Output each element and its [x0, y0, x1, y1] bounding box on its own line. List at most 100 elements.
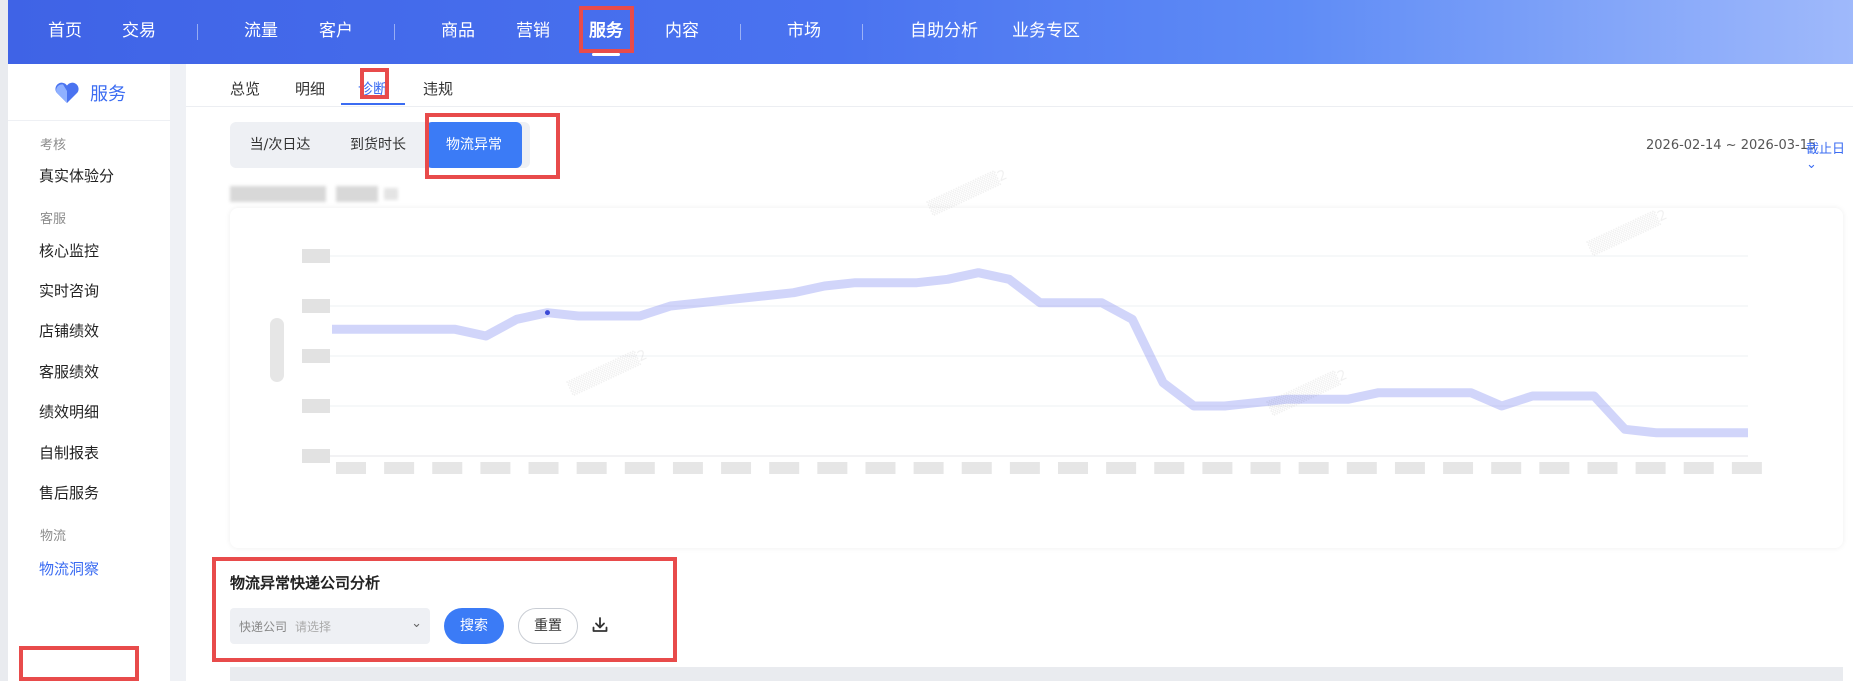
blurred-x-tick	[769, 462, 800, 474]
nav-traffic[interactable]: 流量	[244, 0, 278, 64]
section-title: 物流异常快递公司分析	[230, 574, 381, 592]
download-icon[interactable]	[590, 615, 610, 635]
blurred-x-tick	[1154, 462, 1185, 474]
blurred-metric-title	[384, 188, 398, 200]
sidebar-group-title: 考核	[40, 138, 67, 153]
tab-violation[interactable]: 违规	[423, 78, 453, 99]
nav-self-analysis[interactable]: 自助分析	[910, 0, 978, 64]
sidebar-gap	[170, 64, 186, 681]
sidebar-item-realtime-consult[interactable]: 实时咨询	[39, 280, 99, 301]
blurred-x-tick	[528, 462, 559, 474]
blurred-x-tick	[1058, 462, 1088, 474]
sidebar-item-real-experience[interactable]: 真实体验分	[39, 165, 114, 186]
blurred-x-tick	[1731, 462, 1762, 474]
nav-market[interactable]: 市场	[787, 0, 821, 64]
sidebar-group-title: 物流	[40, 529, 67, 544]
blurred-x-tick	[1539, 462, 1570, 474]
tab-overview[interactable]: 总览	[230, 78, 260, 99]
chevron-down-icon: ⌄	[1806, 157, 1817, 172]
service-heart-icon	[55, 82, 79, 103]
sidebar-logo: 服务	[54, 80, 126, 106]
nav-service[interactable]: 服务	[589, 0, 623, 64]
blurred-x-tick	[480, 462, 511, 474]
blurred-x-tick	[1202, 462, 1233, 474]
nav-business-zone[interactable]: 业务专区	[1012, 0, 1080, 64]
courier-select-placeholder: 请选择	[295, 620, 332, 634]
segment-same-next-day[interactable]: 当/次日达	[230, 122, 330, 168]
nav-service-label: 服务	[589, 21, 623, 41]
blurred-x-tick	[961, 462, 992, 474]
blurred-x-tick	[1346, 462, 1377, 474]
tab-active-underline	[341, 103, 405, 105]
blurred-x-tick	[672, 462, 703, 474]
nav-content[interactable]: 内容	[665, 0, 699, 64]
date-mode-dropdown[interactable]: 截止日⌄	[1806, 138, 1853, 172]
blurred-x-tick	[1443, 462, 1474, 474]
line-chart	[270, 249, 1762, 474]
blurred-y-tick	[302, 399, 330, 413]
blurred-x-tick	[721, 462, 752, 474]
blurred-x-tick	[624, 462, 655, 474]
blurred-x-tick	[913, 462, 944, 474]
main-content: 总览 明细 诊断 违规 当/次日达 到货时长 物流异常 2026-02-14 ~…	[186, 64, 1853, 681]
date-mode-label: 截止日	[1806, 142, 1846, 157]
sidebar-group-title: 客服	[40, 212, 67, 227]
blurred-x-tick	[1635, 462, 1666, 474]
blurred-x-tick	[384, 462, 415, 474]
nav-customer[interactable]: 客户	[319, 0, 353, 64]
blurred-x-tick	[817, 462, 848, 474]
nav-separator	[394, 24, 395, 40]
search-button[interactable]: 搜索	[444, 608, 504, 644]
blurred-x-tick	[1106, 462, 1137, 474]
nav-trade[interactable]: 交易	[122, 0, 156, 64]
sidebar-item-after-sales[interactable]: 售后服务	[39, 482, 99, 503]
blurred-metric-title	[230, 186, 326, 202]
blurred-x-tick	[1587, 462, 1618, 474]
blurred-x-tick	[1491, 462, 1522, 474]
reset-button[interactable]: 重置	[518, 608, 578, 644]
top-navigation: 首页 交易 流量 客户 商品 营销 服务 内容 市场 自助分析 业务专区	[8, 0, 1853, 64]
segment-logistics-exception[interactable]: 物流异常	[426, 122, 522, 168]
nav-home[interactable]: 首页	[48, 0, 82, 64]
next-panel-edge	[230, 667, 1843, 681]
blurred-x-tick	[1298, 462, 1329, 474]
blurred-x-tick	[1683, 462, 1714, 474]
blurred-x-tick	[865, 462, 896, 474]
metric-segment-control: 当/次日达 到货时长 物流异常	[230, 122, 530, 168]
chevron-down-icon: ⌄	[411, 616, 422, 631]
blurred-x-tick	[576, 462, 607, 474]
blurred-x-tick	[432, 462, 463, 474]
date-range: 2026-02-14 ~ 2026-03-15	[1646, 138, 1817, 153]
nav-marketing[interactable]: 营销	[516, 0, 550, 64]
blurred-x-tick	[336, 462, 366, 474]
nav-separator	[197, 24, 198, 40]
sidebar-item-store-performance[interactable]: 店铺绩效	[39, 320, 99, 341]
sidebar-logo-label: 服务	[90, 84, 126, 105]
sidebar-item-custom-report[interactable]: 自制报表	[39, 442, 99, 463]
blurred-metric-title	[336, 186, 378, 202]
blurred-x-tick	[1250, 462, 1281, 474]
sidebar-item-cs-performance[interactable]: 客服绩效	[39, 361, 99, 382]
data-point[interactable]	[544, 310, 550, 316]
blurred-x-tick	[1009, 462, 1040, 474]
nav-separator	[740, 24, 741, 40]
trend-chart-card	[230, 208, 1843, 548]
sidebar: 服务 考核 真实体验分 客服 核心监控 实时咨询 店铺绩效 客服绩效 绩效明细 …	[8, 64, 170, 681]
blurred-y-tick	[302, 249, 330, 263]
series-line	[332, 268, 1748, 438]
tab-detail[interactable]: 明细	[295, 78, 325, 99]
blurred-y-axis-label	[270, 318, 284, 382]
tab-diagnosis[interactable]: 诊断	[358, 78, 388, 99]
tabs-divider	[186, 106, 1853, 107]
sidebar-item-core-monitor[interactable]: 核心监控	[39, 240, 99, 261]
sidebar-item-performance-detail[interactable]: 绩效明细	[39, 401, 99, 422]
nav-separator	[862, 24, 863, 40]
nav-goods[interactable]: 商品	[441, 0, 475, 64]
nav-active-underline	[592, 53, 620, 56]
blurred-x-tick	[1394, 462, 1425, 474]
blurred-y-tick	[302, 449, 330, 463]
sidebar-item-logistics-insight[interactable]: 物流洞察	[39, 558, 99, 579]
courier-select[interactable]: 快递公司 请选择 ⌄	[230, 608, 430, 644]
segment-delivery-duration[interactable]: 到货时长	[330, 122, 426, 168]
blurred-y-tick	[302, 299, 330, 313]
